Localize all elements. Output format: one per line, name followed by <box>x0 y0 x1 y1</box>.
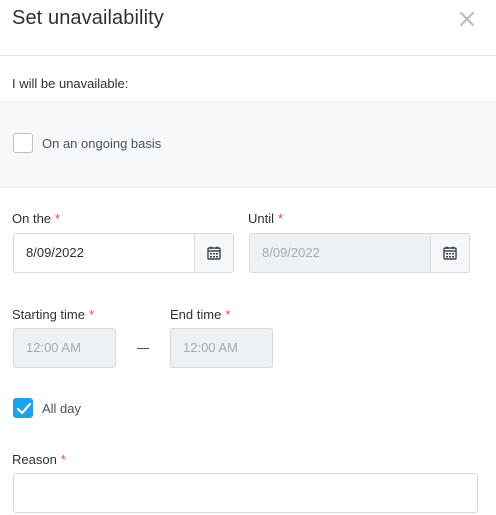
required-mark: * <box>55 211 61 226</box>
required-mark: * <box>60 452 66 467</box>
reason-label: Reason * <box>12 452 66 467</box>
dialog-title: Set unavailability <box>12 7 164 29</box>
dialog-header: Set unavailability <box>0 0 496 56</box>
checkmark-icon <box>16 402 32 415</box>
unavailable-heading: I will be unavailable: <box>12 76 129 91</box>
starting-time-label-text: Starting time <box>12 307 85 322</box>
ongoing-checkbox[interactable] <box>13 133 33 153</box>
end-time-label: End time * <box>170 307 230 322</box>
on-the-calendar-button[interactable] <box>194 233 234 273</box>
reason-label-text: Reason <box>12 452 57 467</box>
required-mark: * <box>225 307 231 322</box>
time-range-separator <box>137 348 149 349</box>
end-time-label-text: End time <box>170 307 222 322</box>
required-mark: * <box>88 307 95 322</box>
ongoing-label[interactable]: On an ongoing basis <box>42 136 161 151</box>
close-icon[interactable] <box>456 8 478 30</box>
until-label: Until * <box>248 211 283 226</box>
on-the-label: On the * <box>12 211 60 226</box>
calendar-icon <box>443 246 457 260</box>
on-the-label-text: On the <box>12 211 52 226</box>
ongoing-section: On an ongoing basis <box>0 101 496 188</box>
until-date-input[interactable]: 8/09/2022 <box>249 233 432 273</box>
all-day-label[interactable]: All day <box>42 401 81 416</box>
end-time-input[interactable]: 12:00 AM <box>170 328 273 368</box>
starting-time-input[interactable]: 12:00 AM <box>13 328 116 368</box>
required-mark: * <box>278 211 284 226</box>
on-the-date-input[interactable]: 8/09/2022 <box>13 233 196 273</box>
until-calendar-button[interactable] <box>430 233 470 273</box>
reason-input[interactable] <box>13 473 478 513</box>
all-day-checkbox[interactable] <box>13 398 33 418</box>
starting-time-label: Starting time * <box>12 307 94 322</box>
calendar-icon <box>207 246 221 260</box>
until-label-text: Until <box>248 211 275 226</box>
